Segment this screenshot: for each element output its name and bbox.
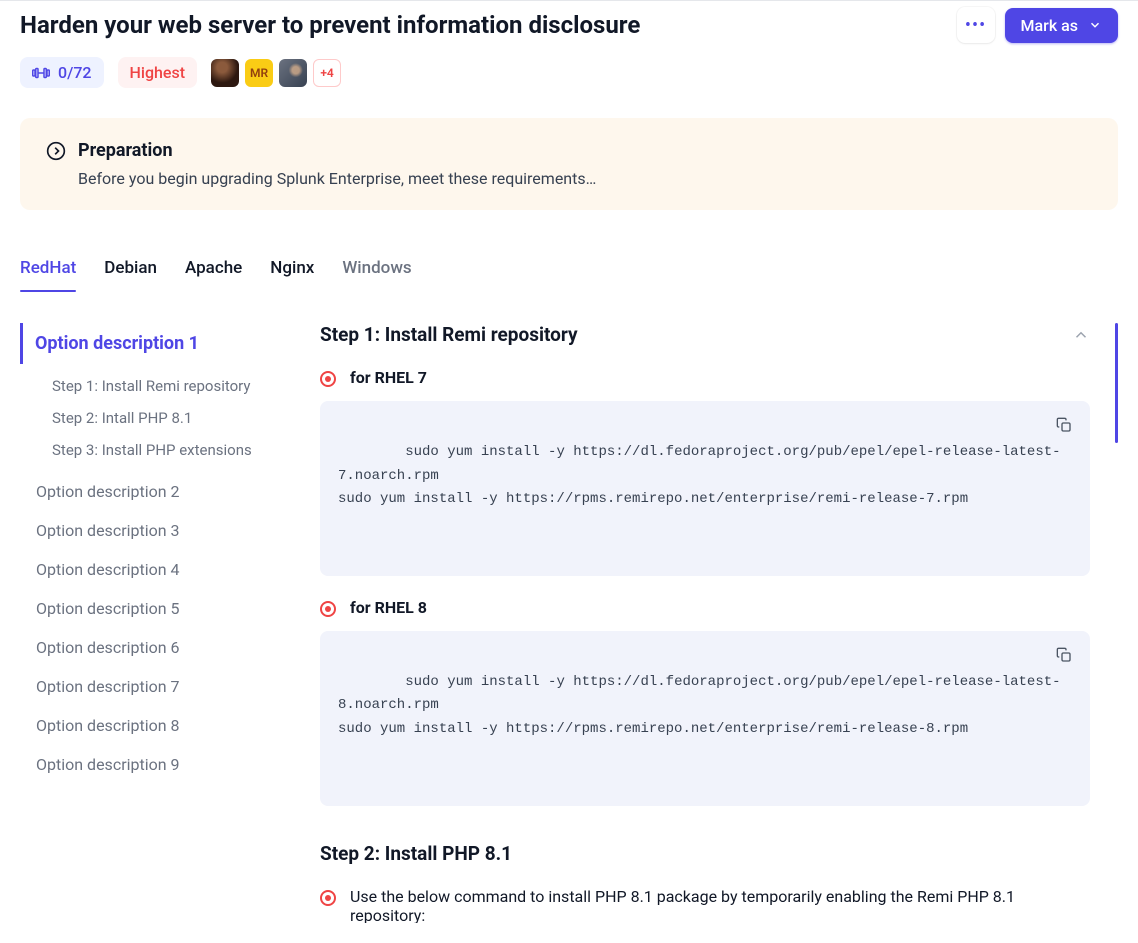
priority-label: Highest	[130, 63, 186, 82]
avatar[interactable]	[279, 59, 307, 87]
code-block-rhel8: sudo yum install -y https://dl.fedorapro…	[320, 631, 1090, 806]
tab-redhat[interactable]: RedHat	[20, 250, 76, 292]
sidebar-item-option-5[interactable]: Option description 5	[26, 589, 304, 628]
code-text: sudo yum install -y https://dl.fedorapro…	[338, 674, 1061, 738]
tab-apache[interactable]: Apache	[185, 250, 242, 292]
progress-count-pill[interactable]: 0/72	[20, 57, 104, 88]
sidebar-item-option-8[interactable]: Option description 8	[26, 706, 304, 745]
progress-count-text: 0/72	[58, 63, 92, 82]
right-circle-icon	[46, 141, 66, 161]
sidebar-item-option-2[interactable]: Option description 2	[26, 472, 304, 511]
target-icon	[320, 890, 336, 906]
code-text: sudo yum install -y https://dl.fedorapro…	[338, 444, 1061, 508]
sidebar-item-option-7[interactable]: Option description 7	[26, 667, 304, 706]
sidebar-item-option-1[interactable]: Option description 1	[20, 323, 304, 364]
sidebar-item-option-9[interactable]: Option description 9	[26, 745, 304, 784]
copy-button[interactable]	[1050, 411, 1078, 439]
mark-as-button[interactable]: Mark as	[1005, 8, 1118, 43]
preparation-title: Preparation	[78, 140, 173, 161]
sidebar-step-3[interactable]: Step 3: Install PHP extensions	[26, 434, 304, 466]
preparation-callout: Preparation Before you begin upgrading S…	[20, 118, 1118, 210]
page-title: Harden your web server to prevent inform…	[20, 11, 640, 39]
rhel7-label: for RHEL 7	[350, 368, 427, 387]
barbell-icon	[32, 66, 50, 80]
sidebar-item-option-6[interactable]: Option description 6	[26, 628, 304, 667]
priority-pill[interactable]: Highest	[118, 57, 198, 88]
tab-nginx[interactable]: Nginx	[270, 250, 314, 292]
chevron-down-icon	[1088, 18, 1102, 32]
platform-tabs: RedHat Debian Apache Nginx Windows	[20, 250, 1118, 293]
sidebar-item-option-4[interactable]: Option description 4	[26, 550, 304, 589]
target-icon	[320, 371, 336, 387]
dots-icon: •••	[965, 15, 986, 36]
target-icon	[320, 601, 336, 617]
sidebar-step-2[interactable]: Step 2: Intall PHP 8.1	[26, 402, 304, 434]
sidebar-item-option-3[interactable]: Option description 3	[26, 511, 304, 550]
avatar[interactable]: MR	[245, 59, 273, 87]
chevron-up-icon[interactable]	[1072, 326, 1090, 344]
preparation-body: Before you begin upgrading Splunk Enterp…	[78, 169, 1092, 188]
options-sidebar: Option description 1 Step 1: Install Rem…	[20, 323, 320, 923]
rhel8-label: for RHEL 8	[350, 598, 427, 617]
assignees-group: MR +4	[211, 59, 341, 87]
step-1-title: Step 1: Install Remi repository	[320, 323, 578, 346]
copy-icon	[1056, 647, 1072, 663]
tab-windows[interactable]: Windows	[342, 250, 411, 292]
step-2-title: Step 2: Install PHP 8.1	[320, 842, 1090, 865]
copy-icon	[1056, 417, 1072, 433]
step2-bullet-1: Use the below command to install PHP 8.1…	[350, 887, 1090, 923]
code-block-rhel7: sudo yum install -y https://dl.fedorapro…	[320, 401, 1090, 576]
tab-debian[interactable]: Debian	[104, 250, 157, 292]
avatar-more[interactable]: +4	[313, 59, 341, 87]
sidebar-step-1[interactable]: Step 1: Install Remi repository	[26, 370, 304, 402]
mark-as-label: Mark as	[1021, 16, 1078, 35]
main-content: Step 1: Install Remi repository for RHEL…	[320, 323, 1118, 923]
avatar[interactable]	[211, 59, 239, 87]
copy-button[interactable]	[1050, 641, 1078, 669]
scroll-indicator[interactable]	[1115, 323, 1118, 443]
more-actions-button[interactable]: •••	[957, 7, 995, 43]
